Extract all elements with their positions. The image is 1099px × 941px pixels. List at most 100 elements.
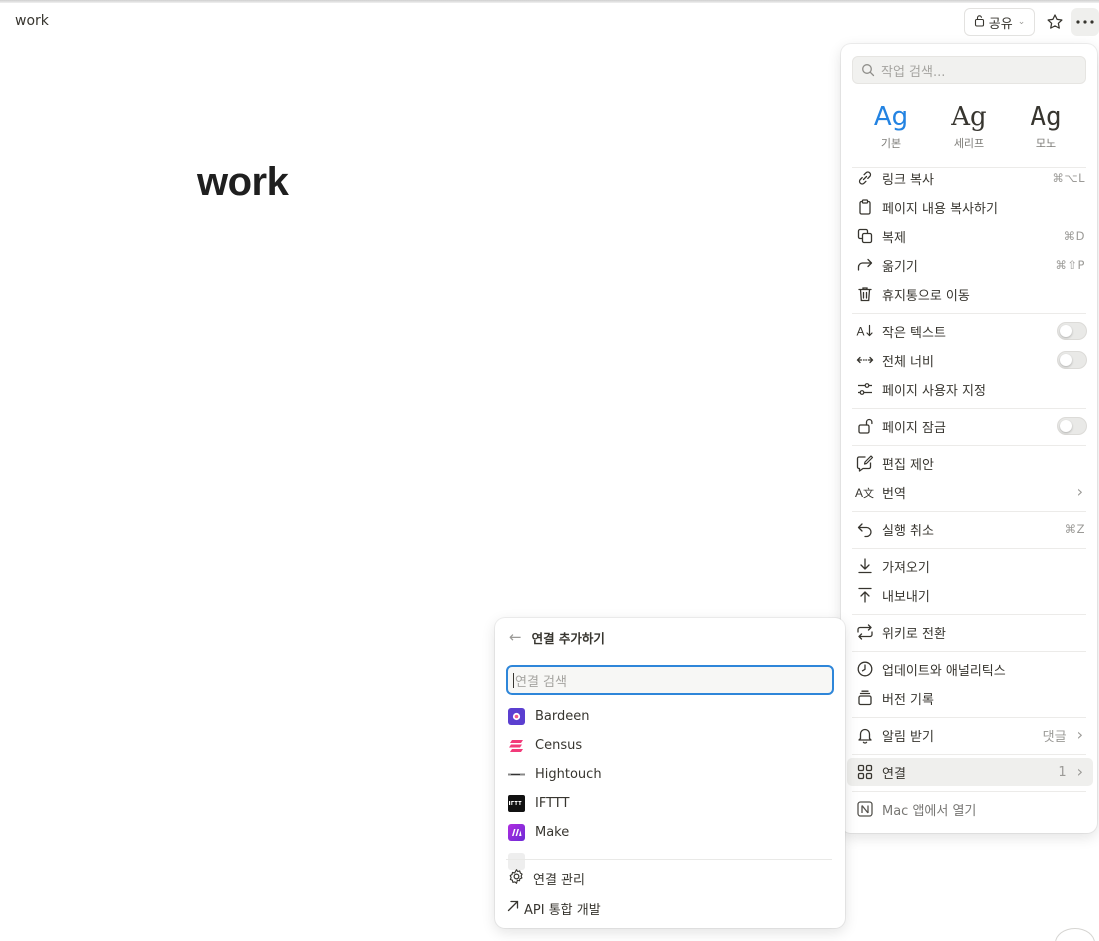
menu-item-full-width[interactable]: 전체 너비 — [847, 346, 1093, 374]
menu-item-suggest-edits[interactable]: 편집 제안 — [847, 449, 1093, 477]
favorite-button[interactable] — [1043, 9, 1067, 35]
connection-item-hightouch[interactable]: Hightouch — [508, 762, 602, 786]
menu-item-customize-page[interactable]: 페이지 사용자 지정 — [847, 375, 1093, 403]
menu-item-label: 페이지 내용 복사하기 — [882, 201, 998, 217]
connection-search-input[interactable]: 연결 검색 — [506, 665, 834, 695]
menu-item-label: 페이지 사용자 지정 — [882, 383, 986, 399]
sliders-icon — [855, 379, 875, 399]
search-icon — [862, 64, 875, 77]
svg-text:A: A — [857, 325, 865, 339]
menu-item-move[interactable]: 옮기기 ⌘⇧P — [847, 251, 1093, 279]
manage-label: 연결 관리 — [533, 872, 585, 888]
font-sample: Ag — [951, 102, 987, 132]
menu-item-connections[interactable]: 연결 1 › — [847, 758, 1093, 786]
menu-item-export[interactable]: 내보내기 — [847, 581, 1093, 609]
menu-item-version-history[interactable]: 버전 기록 — [847, 684, 1093, 712]
menu-item-label: 알림 받기 — [882, 729, 934, 745]
svg-text:A: A — [855, 486, 863, 500]
hightouch-logo — [508, 766, 525, 783]
menu-item-label: 버전 기록 — [882, 692, 934, 708]
chevron-right-icon: › — [1076, 482, 1083, 501]
translate-icon: A文 — [855, 482, 875, 502]
share-button[interactable]: 공유 ⌄ — [964, 8, 1035, 36]
action-search-input[interactable]: 작업 검색... — [852, 56, 1086, 84]
help-button[interactable] — [1055, 928, 1095, 941]
divider — [506, 859, 832, 860]
menu-item-label: 링크 복사 — [882, 172, 934, 188]
menu-item-copy-link[interactable]: 링크 복사 ⌘⌥L — [847, 164, 1093, 192]
shortcut-hint: ⌘D — [1063, 229, 1085, 243]
menu-item-label: Mac 앱에서 열기 — [882, 803, 977, 819]
menu-item-copy-content[interactable]: 페이지 내용 복사하기 — [847, 193, 1093, 221]
lock-open-icon — [855, 416, 875, 436]
menu-item-label: 업데이트와 애널리틱스 — [882, 663, 1006, 679]
connection-name: IFTTT — [535, 795, 570, 811]
lock-page-toggle[interactable] — [1057, 417, 1087, 435]
convert-icon — [855, 622, 875, 642]
font-label: 모노 — [1035, 137, 1057, 150]
font-selector: Ag 기본 Ag 세리프 Ag 모노 — [841, 100, 1097, 156]
menu-item-translate[interactable]: A文 번역 › — [847, 478, 1093, 506]
menu-item-label: 옮기기 — [882, 259, 918, 275]
grid-icon — [855, 762, 875, 782]
star-icon — [1047, 14, 1063, 29]
search-placeholder: 연결 검색 — [515, 674, 567, 690]
full-width-toggle[interactable] — [1057, 351, 1087, 369]
add-connection-popup: ← 연결 추가하기 연결 검색 Bardeen Census Hightouch… — [495, 618, 845, 928]
suggest-edit-icon — [855, 453, 875, 473]
menu-item-updates-analytics[interactable]: 업데이트와 애널리틱스 — [847, 655, 1093, 683]
connection-name: Make — [535, 824, 570, 840]
history-stack-icon — [855, 688, 875, 708]
lock-open-icon — [974, 14, 986, 31]
menu-item-duplicate[interactable]: 복제 ⌘D — [847, 222, 1093, 250]
width-arrows-icon — [855, 350, 875, 370]
manage-connections-link[interactable]: 연결 관리 — [508, 866, 585, 890]
menu-item-label: 실행 취소 — [882, 523, 934, 539]
small-text-icon: A — [855, 321, 875, 341]
search-placeholder: 작업 검색... — [881, 64, 946, 80]
move-arrow-icon — [855, 255, 875, 275]
connection-item-census[interactable]: Census — [508, 733, 582, 757]
connection-item-bardeen[interactable]: Bardeen — [508, 704, 590, 728]
make-logo — [508, 823, 525, 841]
menu-item-label: 내보내기 — [882, 589, 930, 605]
menu-item-import[interactable]: 가져오기 — [847, 552, 1093, 580]
page-title[interactable]: work — [197, 160, 289, 205]
menu-item-trash[interactable]: 휴지통으로 이동 — [847, 280, 1093, 308]
undo-icon — [855, 519, 875, 539]
menu-item-open-in-mac-app[interactable]: Mac 앱에서 열기 — [847, 795, 1093, 823]
divider — [852, 791, 1086, 792]
menu-item-lock-page[interactable]: 페이지 잠금 — [847, 412, 1093, 440]
divider — [852, 445, 1086, 446]
font-label: 기본 — [880, 137, 902, 150]
share-label: 공유 — [988, 16, 1013, 32]
link-icon — [855, 168, 875, 188]
font-option-serif[interactable]: Ag 세리프 — [939, 100, 999, 151]
menu-item-undo[interactable]: 실행 취소 ⌘Z — [847, 515, 1093, 543]
page-options-menu: 작업 검색... Ag 기본 Ag 세리프 Ag 모노 링크 복사 ⌘⌥L 페이… — [841, 44, 1097, 833]
connection-name: Census — [535, 737, 583, 753]
more-options-button[interactable] — [1071, 8, 1099, 36]
breadcrumb[interactable]: work — [15, 13, 49, 29]
connection-item-ifttt[interactable]: IFTTT — [508, 791, 569, 815]
menu-item-turn-into-wiki[interactable]: 위키로 전환 — [847, 618, 1093, 646]
window-top-edge — [0, 0, 1099, 3]
back-arrow-icon[interactable]: ← — [509, 628, 522, 646]
menu-item-notifications[interactable]: 알림 받기 댓글 › — [847, 721, 1093, 749]
develop-api-integration-link[interactable]: API 통합 개발 — [506, 896, 601, 920]
bardeen-logo — [508, 707, 525, 725]
ifttt-logo — [508, 794, 525, 812]
upload-icon — [855, 585, 875, 605]
menu-item-label: 페이지 잠금 — [882, 420, 946, 436]
connection-item-make[interactable]: Make — [508, 820, 569, 844]
download-icon — [855, 556, 875, 576]
menu-item-small-text[interactable]: A 작은 텍스트 — [847, 317, 1093, 345]
font-option-mono[interactable]: Ag 모노 — [1016, 100, 1076, 151]
menu-item-label: 휴지통으로 이동 — [882, 288, 970, 304]
font-option-default[interactable]: Ag 기본 — [861, 100, 921, 151]
api-label: API 통합 개발 — [524, 902, 601, 918]
menu-item-label: 번역 — [882, 486, 906, 502]
small-text-toggle[interactable] — [1057, 322, 1087, 340]
notify-value: 댓글 — [1042, 729, 1067, 745]
census-logo — [508, 737, 525, 754]
